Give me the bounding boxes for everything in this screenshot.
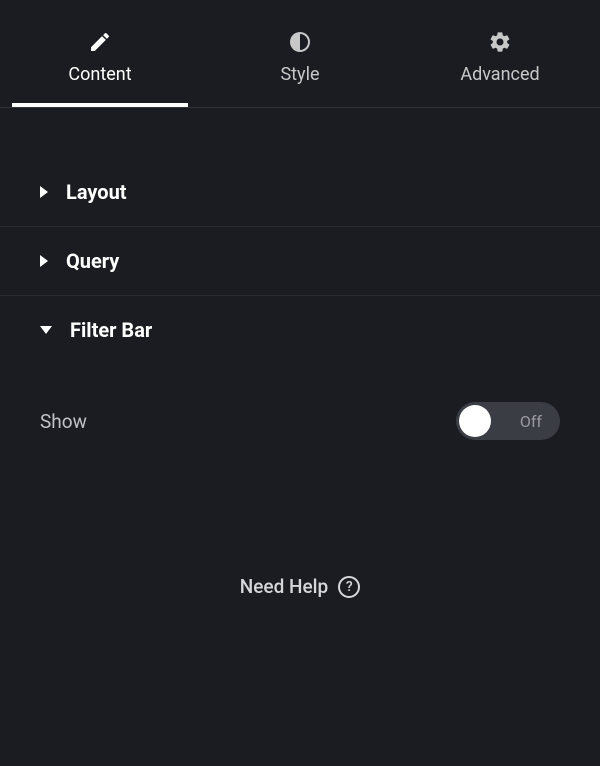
tab-content[interactable]: Content <box>0 0 200 107</box>
sections-container: Layout Query Filter Bar Show Off Need He… <box>0 108 600 598</box>
toggle-state-label: Off <box>520 412 542 431</box>
section-layout: Layout <box>0 158 600 227</box>
need-help-label: Need Help <box>240 575 328 598</box>
tabs-bar: Content Style Advanced <box>0 0 600 108</box>
section-query: Query <box>0 227 600 296</box>
need-help-link[interactable]: Need Help ? <box>0 575 600 598</box>
tab-advanced[interactable]: Advanced <box>400 0 600 107</box>
chevron-down-icon <box>40 326 52 334</box>
show-toggle[interactable]: Off <box>456 402 560 440</box>
pencil-icon <box>88 30 112 54</box>
section-layout-header[interactable]: Layout <box>0 158 600 226</box>
toggle-knob <box>459 405 491 437</box>
tab-advanced-label: Advanced <box>400 64 600 85</box>
section-filter-bar-header[interactable]: Filter Bar <box>0 296 600 364</box>
section-filter-bar-body: Show Off <box>0 364 600 460</box>
chevron-right-icon <box>40 186 48 198</box>
section-query-header[interactable]: Query <box>0 227 600 295</box>
section-query-label: Query <box>66 249 119 273</box>
tab-style-label: Style <box>200 64 400 85</box>
gear-icon <box>488 30 512 54</box>
section-filter-bar-label: Filter Bar <box>70 318 152 342</box>
chevron-right-icon <box>40 255 48 267</box>
contrast-icon <box>288 30 312 54</box>
show-row: Show Off <box>40 392 560 450</box>
help-icon: ? <box>338 576 360 598</box>
tab-style[interactable]: Style <box>200 0 400 107</box>
tab-content-label: Content <box>0 64 200 85</box>
section-layout-label: Layout <box>66 180 127 204</box>
show-label: Show <box>40 410 87 433</box>
section-filter-bar: Filter Bar Show Off <box>0 296 600 460</box>
